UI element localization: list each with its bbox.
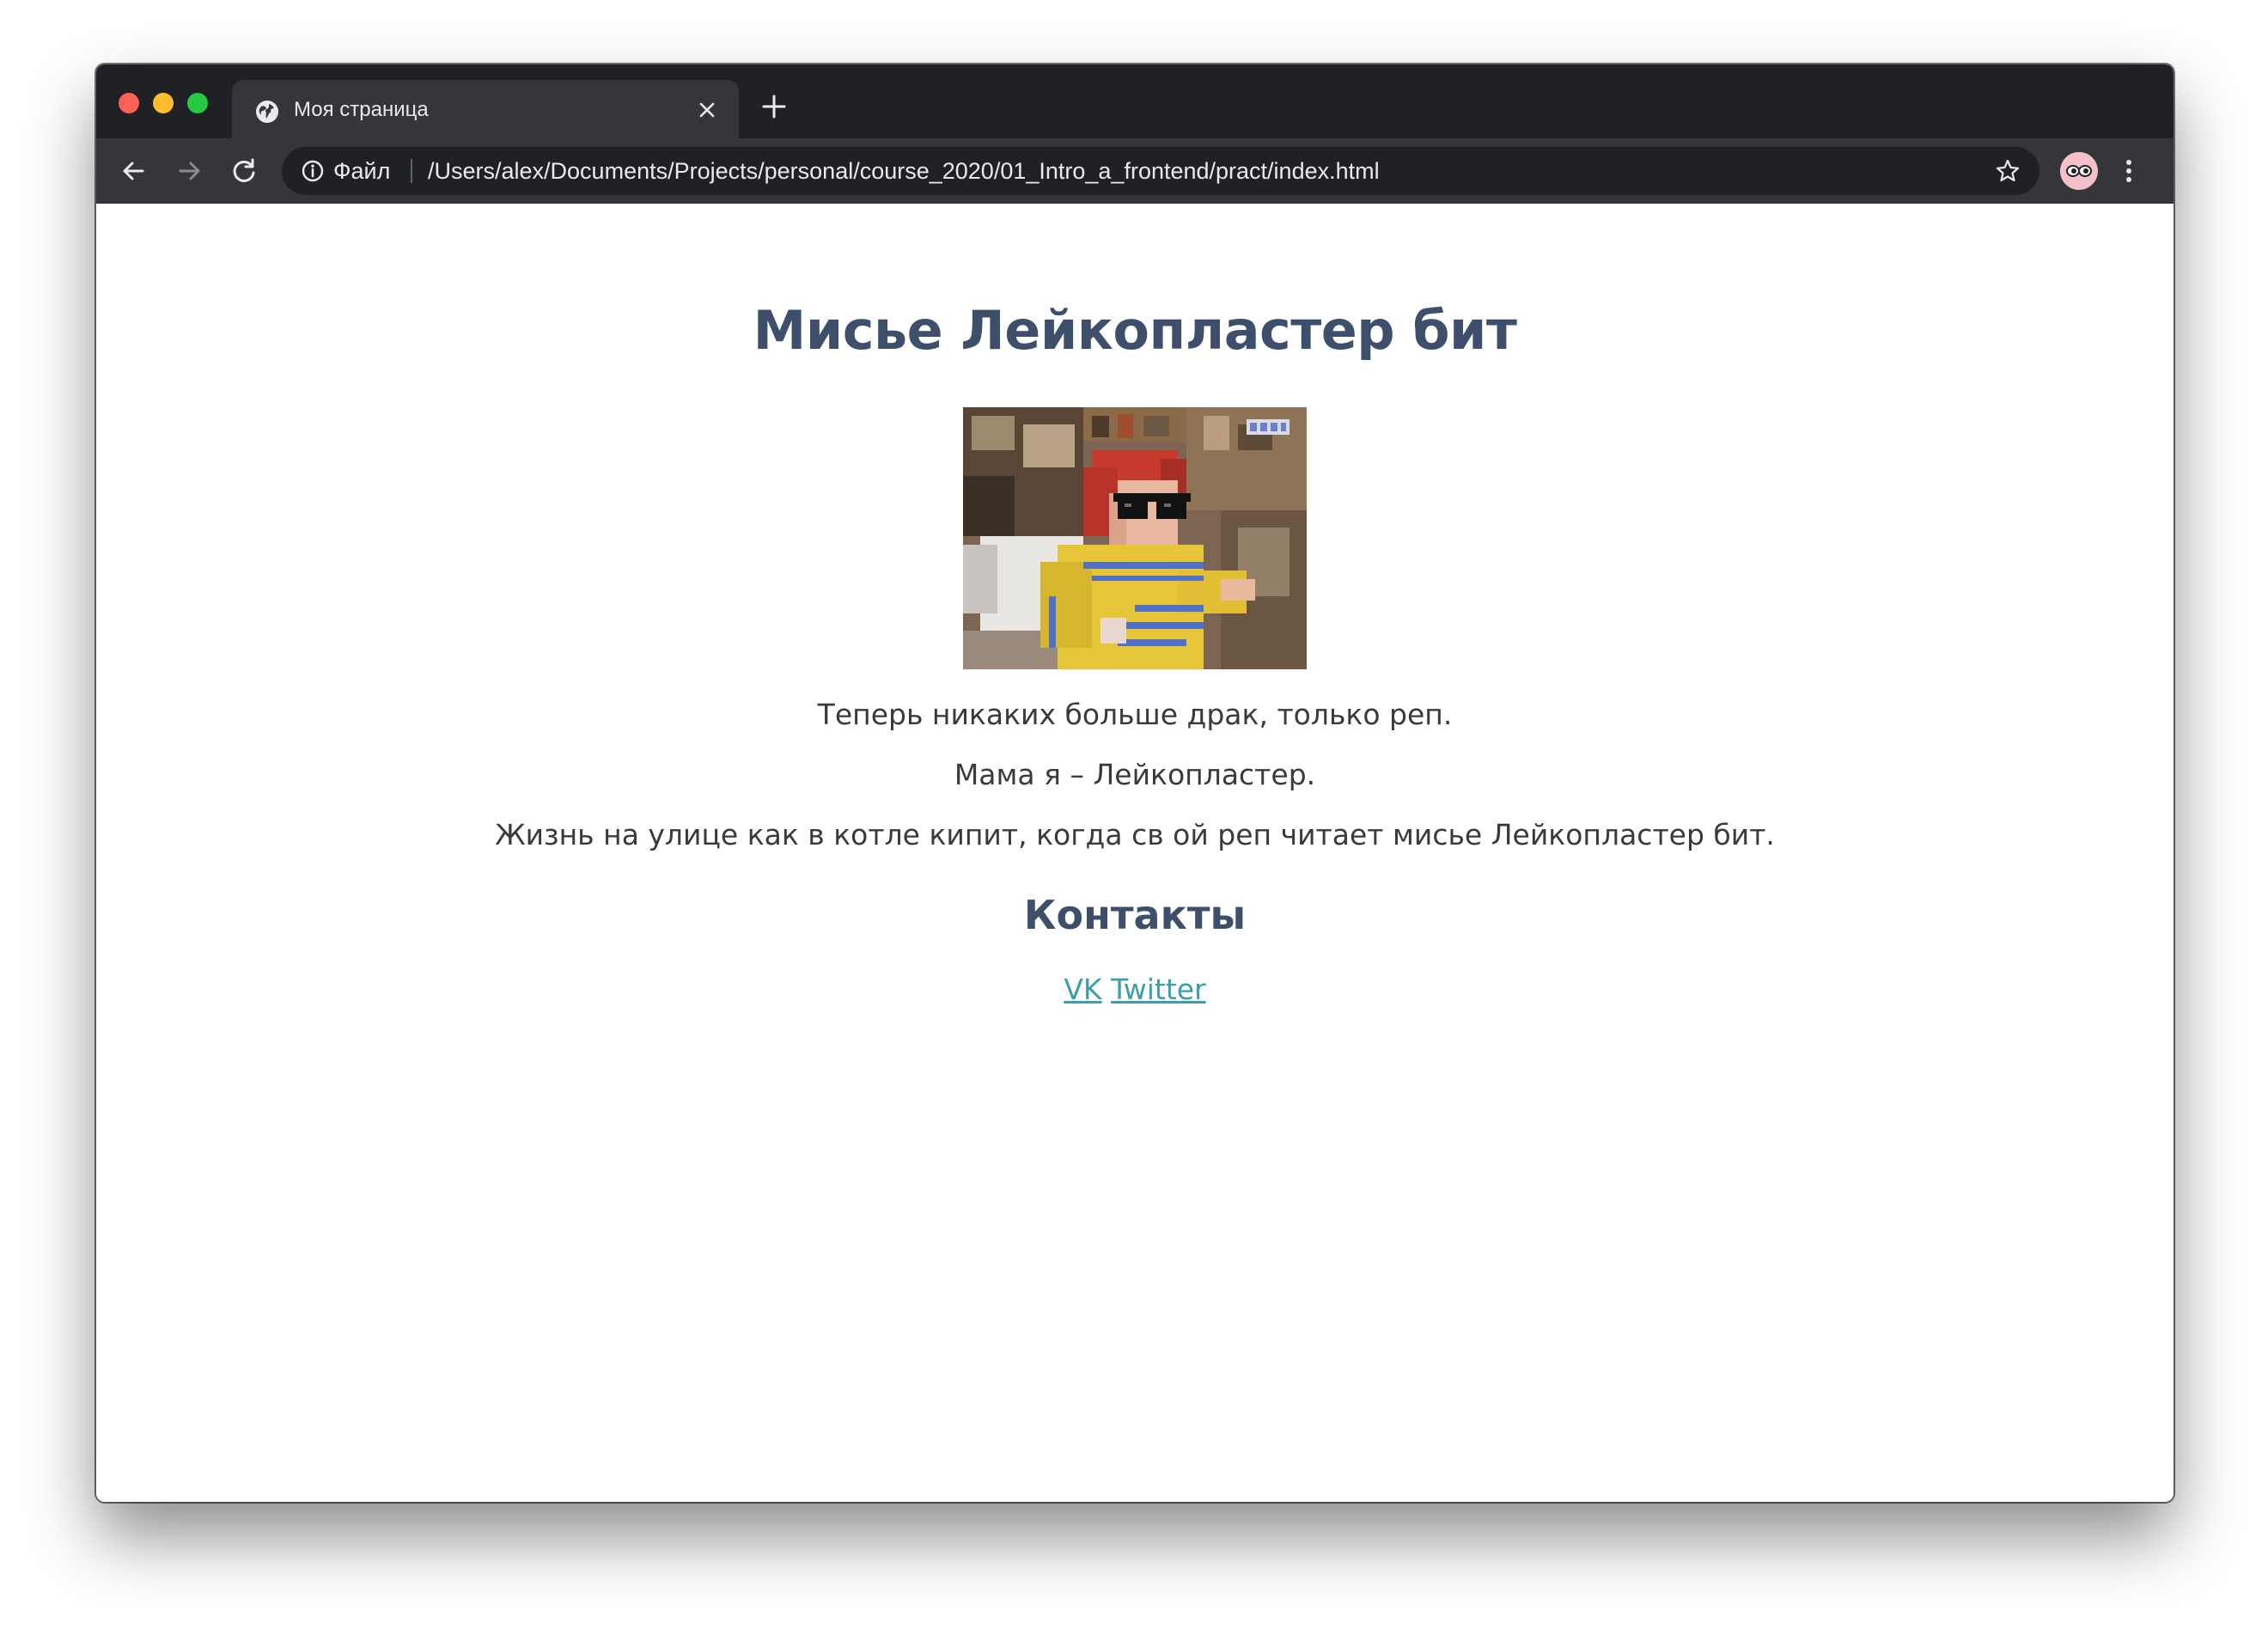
sunglasses-icon xyxy=(2060,152,2098,190)
reload-icon[interactable] xyxy=(227,154,261,188)
paragraph-1: Теперь никаких больше драк, только реп. xyxy=(817,698,1453,731)
tab-strip: Моя страница xyxy=(96,64,2174,138)
browser-toolbar: Файл /Users/alex/Documents/Projects/pers… xyxy=(96,138,2174,204)
profile-avatar[interactable] xyxy=(2060,152,2098,190)
pixel-art-character-image xyxy=(963,407,1307,669)
address-bar[interactable]: Файл /Users/alex/Documents/Projects/pers… xyxy=(282,147,2039,195)
page-viewport: Мисье Лейкопластер бит Теперь никаких бо… xyxy=(96,204,2174,1502)
page-title: Мисье Лейкопластер бит xyxy=(753,299,1517,362)
paragraph-2: Мама я – Лейкопластер. xyxy=(954,758,1316,791)
twitter-link[interactable]: Twitter xyxy=(1111,973,1206,1006)
tab-active[interactable]: Моя страница xyxy=(232,80,739,138)
tab-title: Моя страница xyxy=(294,98,429,121)
close-window-button[interactable] xyxy=(119,93,139,113)
close-tab-icon[interactable] xyxy=(696,99,718,121)
new-tab-icon[interactable] xyxy=(759,92,789,121)
minimize-window-button[interactable] xyxy=(153,93,174,113)
paragraph-3: Жизнь на улице как в котле кипит, когда … xyxy=(495,818,1775,851)
scheme-label: Файл xyxy=(333,158,391,184)
back-arrow-icon[interactable] xyxy=(117,154,151,188)
bookmark-star-icon[interactable] xyxy=(1995,158,2021,184)
browser-window: Моя страница Файл /Users/alex/Documents/… xyxy=(96,64,2174,1502)
forward-arrow-icon[interactable] xyxy=(172,154,206,188)
hero-image xyxy=(963,407,1307,669)
vk-link[interactable]: VK xyxy=(1064,973,1101,1006)
address-separator xyxy=(411,159,412,183)
info-icon[interactable] xyxy=(301,159,325,183)
contact-links: VK Twitter xyxy=(96,973,2174,1007)
contacts-heading: Контакты xyxy=(1023,892,1247,938)
kebab-menu-icon[interactable] xyxy=(2120,154,2137,188)
maximize-window-button[interactable] xyxy=(187,93,208,113)
globe-icon xyxy=(256,101,278,123)
url-text[interactable]: /Users/alex/Documents/Projects/personal/… xyxy=(428,157,1380,185)
